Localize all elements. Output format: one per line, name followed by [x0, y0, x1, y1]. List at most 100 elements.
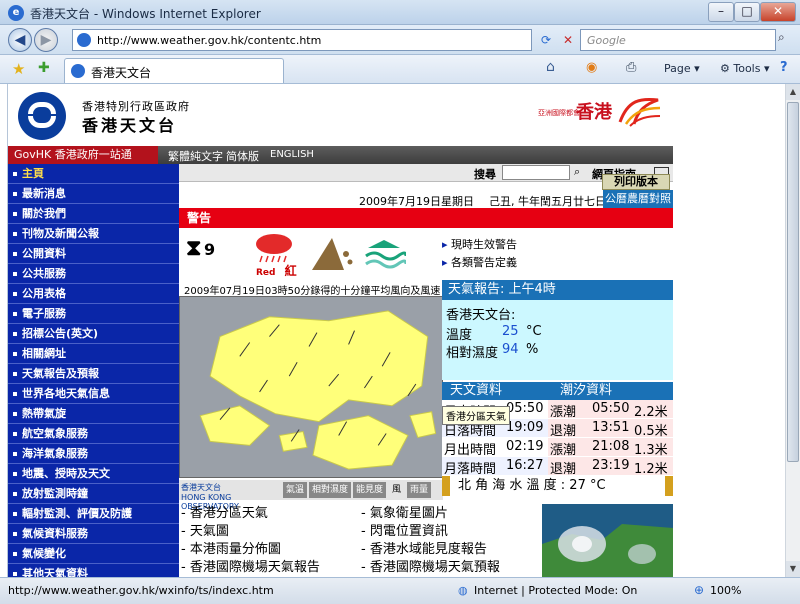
- sidebar-item[interactable]: 氣候資料服務: [8, 524, 179, 544]
- astro-cell: 1.3米: [634, 443, 668, 458]
- tools-menu[interactable]: ⚙ Tools ▾: [720, 62, 769, 75]
- calendar-conversion-link[interactable]: 公曆農曆對照: [603, 190, 673, 208]
- quick-link[interactable]: - 本港雨量分佈圖: [181, 538, 281, 557]
- astro-header-left[interactable]: 天文資料: [450, 382, 502, 400]
- brand-hk-text: 香港: [576, 102, 612, 123]
- sidebar-item[interactable]: 公用表格: [8, 284, 179, 304]
- security-zone[interactable]: Internet | Protected Mode: On: [474, 584, 637, 597]
- quick-link[interactable]: - 香港分區天氣: [181, 502, 268, 521]
- sidebar-item[interactable]: 其他天氣資料: [8, 564, 179, 577]
- feeds-icon[interactable]: ◉: [586, 60, 597, 75]
- search-input[interactable]: Google: [580, 29, 776, 51]
- quick-link[interactable]: - 香港水域能見度報告: [361, 538, 487, 557]
- hko-logo-icon[interactable]: [18, 92, 66, 140]
- sidebar-item[interactable]: 海洋氣象服務: [8, 444, 179, 464]
- sidebar-item[interactable]: 公共服務: [8, 264, 179, 284]
- close-button[interactable]: ✕: [760, 2, 796, 22]
- sidebar-item[interactable]: 天氣報告及預報: [8, 364, 179, 384]
- print-version-button[interactable]: 列印版本: [602, 174, 670, 190]
- search-icon[interactable]: ⌕: [778, 30, 796, 50]
- sidebar-item[interactable]: 公開資料: [8, 244, 179, 264]
- satellite-image[interactable]: [542, 504, 673, 577]
- humidity-label: 相對濕度: [446, 346, 499, 361]
- page-menu[interactable]: Page ▾: [664, 62, 700, 75]
- sidebar-item[interactable]: 氣候變化: [8, 544, 179, 564]
- monsoon-signal-number: 9: [204, 240, 216, 259]
- wind-map[interactable]: [179, 296, 443, 478]
- sidebar-item[interactable]: 相關網址: [8, 344, 179, 364]
- quick-link[interactable]: - 香港國際機場天氣預報: [361, 556, 500, 575]
- lang-simplified[interactable]: 简体版: [226, 148, 259, 164]
- landslip-warning-icon[interactable]: [310, 234, 354, 272]
- map-tab-wind[interactable]: 風: [389, 482, 405, 498]
- search-placeholder: Google: [587, 34, 626, 47]
- astro-cell: 月落時間: [444, 462, 497, 477]
- url-input[interactable]: http://www.weather.gov.hk/contentc.htm ▼: [72, 29, 597, 51]
- site-search-icon[interactable]: ⌕: [574, 165, 580, 179]
- sidebar-item[interactable]: 電子服務: [8, 304, 179, 324]
- quick-links: - 香港分區天氣 - 天氣圖 - 本港雨量分佈圖 - 香港國際機場天氣報告 - 氣象衛星…: [179, 502, 539, 577]
- map-tab-rainfall[interactable]: 雨量: [407, 482, 432, 498]
- scroll-down-icon[interactable]: ▼: [786, 561, 800, 577]
- lang-traditional-text[interactable]: 繁體純文字: [168, 148, 223, 164]
- back-button[interactable]: ◀: [8, 28, 32, 52]
- sidebar-item[interactable]: 招標公告(英文): [8, 324, 179, 344]
- quick-link[interactable]: - 天氣圖: [181, 520, 229, 539]
- observatory-name: 香港天文台: [82, 116, 178, 135]
- home-icon[interactable]: ⌂: [546, 59, 555, 75]
- sidebar-item[interactable]: 關於我們: [8, 204, 179, 224]
- vertical-scrollbar[interactable]: ▲ ▼: [785, 84, 800, 577]
- sidebar-item[interactable]: 熱帶氣旋: [8, 404, 179, 424]
- weekday-text: 星期日: [441, 195, 474, 208]
- scroll-up-icon[interactable]: ▲: [786, 84, 800, 100]
- sidebar-item[interactable]: 輻射監測、評價及防護: [8, 504, 179, 524]
- favorites-star-icon[interactable]: ★: [12, 60, 25, 78]
- sidebar-item[interactable]: 放射監測時鐘: [8, 484, 179, 504]
- forward-button[interactable]: ▶: [34, 28, 58, 52]
- astro-cell: 02:19: [506, 439, 544, 454]
- zoom-icon: ⊕: [694, 583, 705, 597]
- site-search-input[interactable]: [502, 165, 570, 180]
- sidebar-item[interactable]: 航空氣象服務: [8, 424, 179, 444]
- quick-link[interactable]: - 閃電位置資訊: [361, 520, 448, 539]
- sidebar-item[interactable]: 刊物及新聞公報: [8, 224, 179, 244]
- stop-icon[interactable]: ✕: [558, 30, 578, 50]
- rain-label-zh: 紅: [284, 264, 297, 278]
- date-row: 2009年7月19日 星期日 己丑, 牛年閏五月廿七日 公曆農曆對照: [179, 190, 673, 208]
- maximize-button[interactable]: □: [734, 2, 760, 22]
- site-search-label: 搜尋: [474, 168, 496, 181]
- current-warnings-link[interactable]: 現時生效警告: [442, 236, 517, 252]
- warning-definitions-link[interactable]: 各類警告定義: [442, 254, 517, 270]
- tab-hko[interactable]: 香港天文台: [64, 58, 284, 83]
- astro-header-right[interactable]: 潮汐資料: [560, 382, 612, 400]
- sidebar-item[interactable]: 主頁: [8, 164, 179, 184]
- weather-report-title[interactable]: 天氣報告: 上午4時: [442, 280, 673, 300]
- add-favorite-icon[interactable]: ✚: [38, 60, 50, 76]
- scroll-thumb[interactable]: [787, 102, 799, 462]
- quick-link[interactable]: - 氣象衛星圖片: [361, 502, 448, 521]
- help-icon[interactable]: ?: [780, 60, 788, 75]
- address-bar: ◀ ▶ http://www.weather.gov.hk/contentc.h…: [0, 25, 800, 55]
- date-text: 2009年7月19日: [359, 195, 441, 208]
- lang-english[interactable]: ENGLISH: [270, 149, 314, 160]
- map-tab-temperature[interactable]: 氣溫: [283, 482, 308, 498]
- temperature-label: 溫度: [446, 328, 473, 343]
- sidebar-item[interactable]: 最新消息: [8, 184, 179, 204]
- map-tab-humidity[interactable]: 相對濕度: [309, 482, 352, 498]
- flooding-announcement-icon[interactable]: [364, 234, 406, 270]
- sidebar-item[interactable]: 地震、授時及天文: [8, 464, 179, 484]
- refresh-icon[interactable]: ⟳: [536, 30, 556, 50]
- status-bar: http://www.weather.gov.hk/wxinfo/ts/inde…: [0, 577, 800, 604]
- url-text: http://www.weather.gov.hk/contentc.htm: [97, 34, 322, 47]
- astro-tide-panel: 天文資料 潮汐資料 日出時間05:50漲潮05:502.2米日落時間19:09退…: [442, 382, 673, 477]
- sidebar-item[interactable]: 世界各地天氣信息: [8, 384, 179, 404]
- monsoon-signal-icon[interactable]: ⧗: [186, 236, 201, 261]
- minimize-button[interactable]: –: [708, 2, 734, 22]
- quick-link[interactable]: - 香港國際機場天氣報告: [181, 556, 320, 575]
- zoom-level[interactable]: 100%: [710, 584, 741, 597]
- map-tab-visibility[interactable]: 能見度: [353, 482, 387, 498]
- govhk-link[interactable]: GovHK 香港政府一站通: [8, 146, 158, 164]
- astro-cell: 1.2米: [634, 462, 668, 477]
- print-icon[interactable]: ⎙: [626, 60, 636, 75]
- map-tooltip: 香港分區天氣: [442, 406, 510, 425]
